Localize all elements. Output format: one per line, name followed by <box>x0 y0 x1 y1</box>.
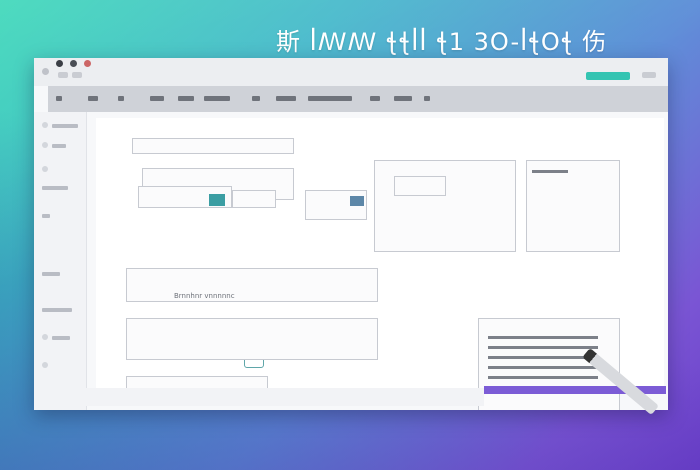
frame-card[interactable] <box>374 160 516 252</box>
sidebar-item-2[interactable] <box>52 144 66 148</box>
sidebar-item-1[interactable] <box>52 124 78 128</box>
maximize-icon[interactable] <box>70 60 77 67</box>
tool-8[interactable] <box>276 96 296 101</box>
canvas-area[interactable]: Brnnhnr vnnnnnc <box>96 118 664 410</box>
tool-12[interactable] <box>424 96 430 101</box>
section-label: Brnnhnr vnnnnnc <box>174 292 235 300</box>
tool-2[interactable] <box>88 96 98 101</box>
table-row <box>488 376 598 379</box>
close-icon[interactable] <box>42 68 49 75</box>
status-icon <box>84 60 91 67</box>
sidebar-item-4[interactable] <box>42 214 50 218</box>
sidebar-item-5[interactable] <box>42 272 60 276</box>
table-row <box>488 356 598 359</box>
sidebar-icon-5[interactable] <box>42 362 48 368</box>
tool-4[interactable] <box>150 96 164 101</box>
tab-1[interactable] <box>58 72 68 78</box>
section-card[interactable] <box>126 268 378 302</box>
status-bar <box>34 388 484 406</box>
tool-6[interactable] <box>204 96 230 101</box>
tool-1[interactable] <box>56 96 62 101</box>
hero-title: 斯 ꟾꟿꟿ ꞎꞎꟾꟾ ꞎ1 3O-ꟾꞎOꞎ 伤 <box>276 28 608 56</box>
tool-5[interactable] <box>178 96 194 101</box>
left-sidebar <box>34 112 87 410</box>
menu-icon[interactable] <box>642 72 656 78</box>
input-box[interactable] <box>132 138 294 154</box>
minimize-icon[interactable] <box>56 60 63 67</box>
tab-2[interactable] <box>72 72 82 78</box>
tool-10[interactable] <box>370 96 380 101</box>
tool-9[interactable] <box>308 96 352 101</box>
primary-button[interactable] <box>586 72 630 80</box>
tool-11[interactable] <box>394 96 412 101</box>
table-row <box>488 366 598 369</box>
sidebar-icon-4[interactable] <box>42 334 48 340</box>
tool-3[interactable] <box>118 96 124 101</box>
side-panel-title <box>532 170 568 173</box>
sidebar-item-3[interactable] <box>42 186 68 190</box>
title-bar <box>34 58 668 86</box>
sidebar-item-6[interactable] <box>42 308 72 312</box>
toolbar <box>48 86 668 112</box>
sidebar-icon-3[interactable] <box>42 166 48 172</box>
sidebar-item-7[interactable] <box>52 336 70 340</box>
sidebar-icon-1[interactable] <box>42 122 48 128</box>
preview-image <box>350 196 364 206</box>
button-ghost[interactable] <box>232 190 276 208</box>
side-panel[interactable] <box>526 160 620 252</box>
table-row <box>488 346 598 349</box>
list-panel[interactable] <box>126 318 378 360</box>
tool-7[interactable] <box>252 96 260 101</box>
app-window: Brnnhnr vnnnnnc <box>34 58 668 410</box>
chart-mini <box>394 176 446 196</box>
sidebar-icon-2[interactable] <box>42 142 48 148</box>
table-row <box>488 336 598 339</box>
color-swatch[interactable] <box>209 194 225 206</box>
